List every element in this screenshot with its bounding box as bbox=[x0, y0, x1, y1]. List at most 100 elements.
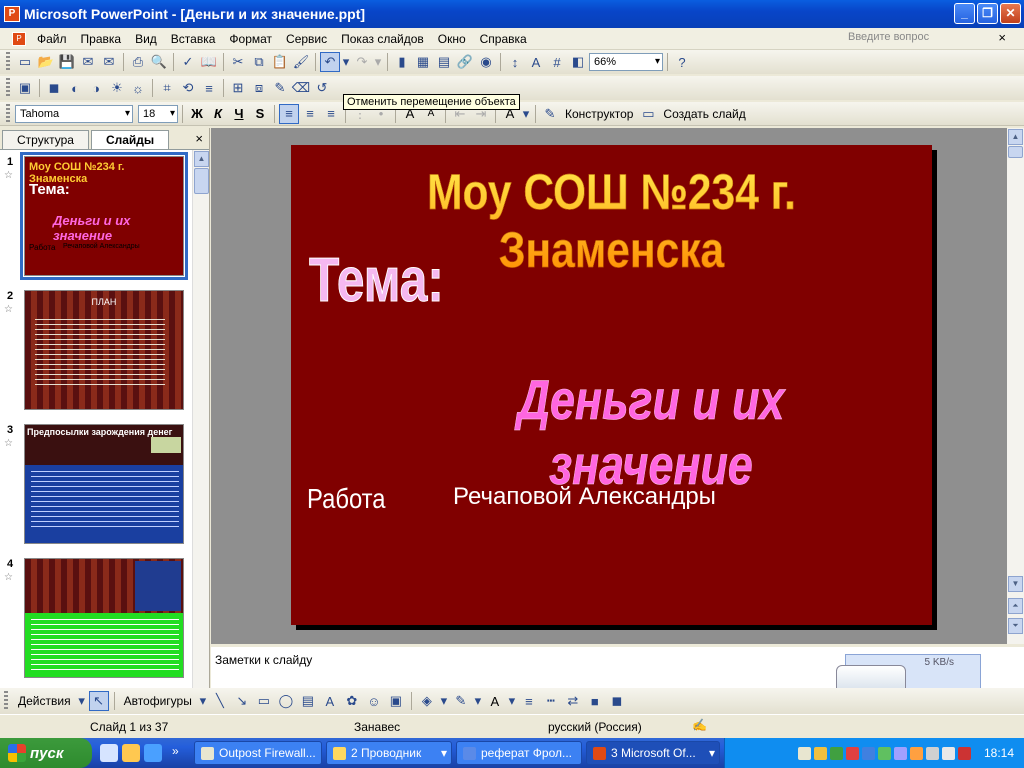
insert-chart-icon[interactable]: ▮ bbox=[392, 52, 412, 72]
scroll-down-icon[interactable]: ▼ bbox=[1008, 576, 1023, 592]
help-search-input[interactable]: Введите вопрос bbox=[844, 31, 994, 47]
actions-dropdown-icon[interactable]: ▾ bbox=[77, 691, 87, 711]
underline-button[interactable]: Ч bbox=[229, 104, 249, 124]
color-grayscale-icon[interactable]: ◧ bbox=[568, 52, 588, 72]
format-picture-icon[interactable]: ✎ bbox=[270, 78, 290, 98]
tray-icon-4[interactable] bbox=[845, 746, 859, 760]
autoshapes-menu[interactable]: Автофигуры bbox=[120, 694, 196, 708]
italic-button[interactable]: К bbox=[208, 104, 228, 124]
help-icon[interactable]: ? bbox=[672, 52, 692, 72]
undo-icon[interactable]: ↶ bbox=[320, 52, 340, 72]
panel-close-icon[interactable]: × bbox=[195, 131, 203, 146]
insert-hyperlink-icon[interactable]: 🔗 bbox=[455, 52, 475, 72]
redo-icon[interactable]: ↷ bbox=[352, 52, 372, 72]
email-icon[interactable]: ✉ bbox=[99, 52, 119, 72]
tab-slides[interactable]: Слайды bbox=[90, 130, 170, 149]
menu-view[interactable]: Вид bbox=[128, 32, 164, 46]
scroll-thumb[interactable] bbox=[1008, 146, 1023, 158]
new-slide-button[interactable]: Создать слайд bbox=[659, 107, 749, 121]
menu-slideshow[interactable]: Показ слайдов bbox=[334, 32, 431, 46]
insert-table-icon[interactable]: ▦ bbox=[413, 52, 433, 72]
shadow-style-icon[interactable]: ■ bbox=[585, 691, 605, 711]
maximize-button[interactable]: ❐ bbox=[977, 3, 998, 24]
tray-icon-8[interactable] bbox=[909, 746, 923, 760]
toolbar-grip[interactable] bbox=[6, 52, 10, 72]
thumbnail-1[interactable]: 1 ☆ Моу СОШ №234 г. Знаменска Тема: День… bbox=[0, 152, 192, 284]
more-brightness-icon[interactable]: ☀ bbox=[107, 78, 127, 98]
font-color-dropdown-icon[interactable]: ▾ bbox=[521, 104, 531, 124]
minimize-button[interactable]: _ bbox=[954, 3, 975, 24]
slide-topic[interactable]: Деньги и их значение bbox=[451, 367, 851, 497]
research-icon[interactable]: 📖 bbox=[199, 52, 219, 72]
scroll-thumb[interactable] bbox=[194, 168, 209, 194]
thumbnail-image[interactable] bbox=[24, 558, 184, 678]
wordart-icon[interactable]: A bbox=[320, 691, 340, 711]
paste-icon[interactable]: 📋 bbox=[270, 52, 290, 72]
fill-color-icon[interactable]: ◈ bbox=[417, 691, 437, 711]
document-close-icon[interactable]: × bbox=[998, 30, 1006, 45]
crop-icon[interactable]: ⌗ bbox=[157, 78, 177, 98]
tray-icon-6[interactable] bbox=[877, 746, 891, 760]
task-explorer[interactable]: 2 Проводник ▾ bbox=[326, 741, 452, 765]
line-style-icon-2[interactable]: ≡ bbox=[519, 691, 539, 711]
quicklaunch-icon-1[interactable] bbox=[100, 744, 118, 762]
rectangle-icon[interactable]: ▭ bbox=[254, 691, 274, 711]
more-contrast-icon[interactable]: ◐ bbox=[65, 78, 85, 98]
tray-icon-3[interactable] bbox=[829, 746, 843, 760]
insert-picture-icon-2[interactable]: ▣ bbox=[15, 78, 35, 98]
thumbnail-image[interactable]: ПЛАН bbox=[24, 290, 184, 410]
tray-icon-1[interactable] bbox=[797, 746, 811, 760]
clock[interactable]: 18:14 bbox=[984, 746, 1014, 760]
prev-slide-icon[interactable]: ⏶ bbox=[1008, 598, 1023, 614]
align-right-icon[interactable]: ≡ bbox=[321, 104, 341, 124]
slide-scrollbar[interactable]: ▲ ▼ ⏶ ⏷ bbox=[1007, 128, 1024, 644]
rotate-icon[interactable]: ⟲ bbox=[178, 78, 198, 98]
start-button[interactable]: пуск bbox=[0, 738, 92, 768]
tray-icon-9[interactable] bbox=[925, 746, 939, 760]
save-icon[interactable]: 💾 bbox=[57, 52, 77, 72]
arrow-icon[interactable]: ↘ bbox=[232, 691, 252, 711]
new-icon[interactable]: ▭ bbox=[15, 52, 35, 72]
tray-icon-7[interactable] bbox=[893, 746, 907, 760]
diagram-icon[interactable]: ✿ bbox=[342, 691, 362, 711]
align-center-icon[interactable]: ≡ bbox=[300, 104, 320, 124]
shadow-button[interactable]: S bbox=[250, 104, 270, 124]
line-color-dropdown-icon[interactable]: ▾ bbox=[473, 691, 483, 711]
slide-tema[interactable]: Тема: bbox=[309, 245, 445, 316]
print-icon[interactable]: ⎙ bbox=[128, 52, 148, 72]
less-brightness-icon[interactable]: ☼ bbox=[128, 78, 148, 98]
oval-icon[interactable]: ◯ bbox=[276, 691, 296, 711]
autoshapes-dropdown-icon[interactable]: ▾ bbox=[198, 691, 208, 711]
redo-dropdown-icon[interactable]: ▾ bbox=[373, 52, 383, 72]
actions-menu[interactable]: Действия bbox=[14, 694, 75, 708]
task-powerpoint[interactable]: 3 Microsoft Of... ▾ bbox=[586, 741, 720, 765]
draw-font-dropdown-icon[interactable]: ▾ bbox=[507, 691, 517, 711]
reset-picture-icon[interactable]: ↺ bbox=[312, 78, 332, 98]
recolor-icon[interactable]: ⧈ bbox=[249, 78, 269, 98]
menu-edit[interactable]: Правка bbox=[74, 32, 129, 46]
clipart-icon[interactable]: ☺ bbox=[364, 691, 384, 711]
scroll-up-icon[interactable]: ▲ bbox=[1008, 129, 1023, 145]
menu-file[interactable]: Файл bbox=[30, 32, 74, 46]
notes-placeholder[interactable]: Заметки к слайду bbox=[215, 653, 312, 667]
undo-dropdown-icon[interactable]: ▾ bbox=[341, 52, 351, 72]
quicklaunch-icon-3[interactable] bbox=[144, 744, 162, 762]
expand-all-icon[interactable]: ↕ bbox=[505, 52, 525, 72]
thumbnail-image[interactable]: Моу СОШ №234 г. Знаменска Тема: Деньги и… bbox=[20, 152, 188, 280]
draw-font-color-icon[interactable]: A bbox=[485, 691, 505, 711]
set-transparent-icon[interactable]: ⌫ bbox=[291, 78, 311, 98]
menu-window[interactable]: Окно bbox=[431, 32, 473, 46]
permission-icon[interactable]: ✉ bbox=[78, 52, 98, 72]
menu-insert[interactable]: Вставка bbox=[164, 32, 223, 46]
menu-tools[interactable]: Сервис bbox=[279, 32, 334, 46]
line-icon[interactable]: ╲ bbox=[210, 691, 230, 711]
volume-icon[interactable] bbox=[941, 746, 955, 760]
less-contrast-icon[interactable]: ◑ bbox=[86, 78, 106, 98]
task-word[interactable]: реферат Фрол... bbox=[456, 741, 582, 765]
quicklaunch-more-icon[interactable]: » bbox=[172, 744, 179, 758]
font-select[interactable]: Tahoma bbox=[15, 104, 133, 123]
dash-style-icon[interactable]: ┅ bbox=[541, 691, 561, 711]
bold-button[interactable]: Ж bbox=[187, 104, 207, 124]
arrow-style-icon[interactable]: ⇄ bbox=[563, 691, 583, 711]
task-outpost[interactable]: Outpost Firewall... bbox=[194, 741, 322, 765]
